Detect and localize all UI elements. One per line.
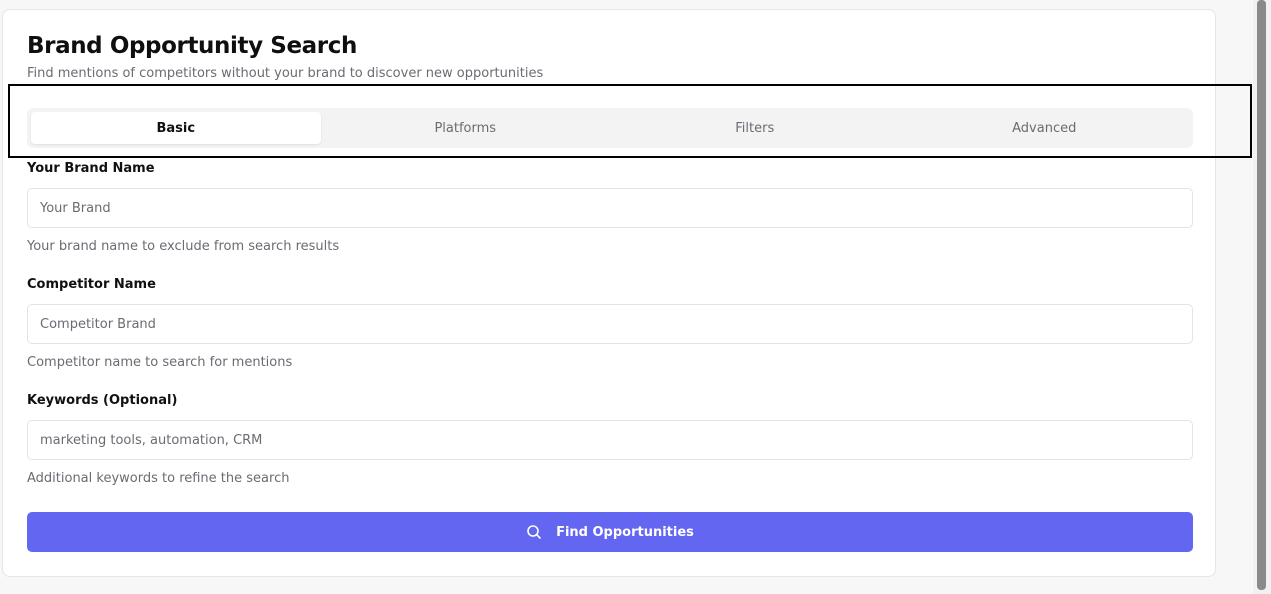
competitor-name-hint: Competitor name to search for mentions <box>27 355 293 370</box>
competitor-name-label: Competitor Name <box>27 277 156 292</box>
keywords-hint: Additional keywords to refine the search <box>27 471 290 486</box>
search-icon <box>526 524 542 540</box>
tab-advanced[interactable]: Advanced <box>900 112 1190 144</box>
tab-list: Basic Platforms Filters Advanced <box>27 108 1193 148</box>
search-card: Brand Opportunity Search Find mentions o… <box>2 9 1216 577</box>
scrollbar-thumb[interactable] <box>1257 0 1266 590</box>
tab-basic[interactable]: Basic <box>31 112 321 144</box>
find-opportunities-label: Find Opportunities <box>556 524 694 540</box>
page-scrollbar[interactable] <box>1253 0 1271 594</box>
tab-filters[interactable]: Filters <box>610 112 900 144</box>
tab-platforms[interactable]: Platforms <box>321 112 611 144</box>
page-subtitle: Find mentions of competitors without you… <box>27 66 544 81</box>
page-title: Brand Opportunity Search <box>27 33 357 59</box>
brand-name-input[interactable] <box>27 188 1193 228</box>
keywords-input[interactable] <box>27 420 1193 460</box>
find-opportunities-button[interactable]: Find Opportunities <box>27 512 1193 552</box>
competitor-name-input[interactable] <box>27 304 1193 344</box>
brand-name-label: Your Brand Name <box>27 161 155 176</box>
brand-name-hint: Your brand name to exclude from search r… <box>27 239 340 254</box>
keywords-label: Keywords (Optional) <box>27 393 178 408</box>
